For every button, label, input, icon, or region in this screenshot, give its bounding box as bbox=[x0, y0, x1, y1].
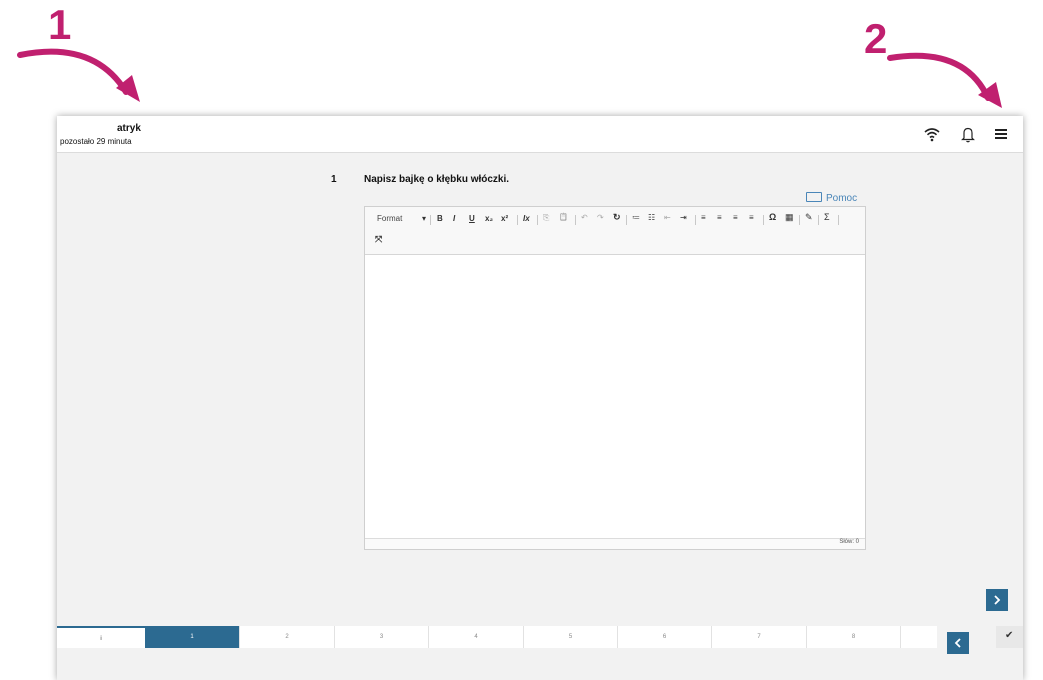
paste-button[interactable]: 📋 bbox=[559, 213, 568, 221]
toolbar-separator bbox=[695, 215, 696, 225]
toolbar-separator bbox=[838, 215, 839, 225]
indent-button[interactable]: ⇥ bbox=[680, 213, 687, 222]
bold-button[interactable]: B bbox=[437, 214, 443, 223]
rich-text-editor: Format ▾ B I U x₂ x² Ix ⎘ 📋 ↶ ↷ ↻ ≔ ☷ ⇤ … bbox=[364, 206, 866, 550]
pager-page-1[interactable]: 1 bbox=[145, 626, 239, 648]
ordered-list-button[interactable]: ≔ bbox=[632, 213, 640, 222]
toolbar-separator bbox=[430, 215, 431, 225]
sum-button[interactable]: Σ bbox=[824, 212, 830, 222]
time-remaining: pozostało 29 minuta bbox=[60, 137, 132, 146]
pager-page-5[interactable]: 5 bbox=[523, 626, 617, 648]
fullscreen-button[interactable]: ⤧ bbox=[375, 234, 382, 245]
pager-page-8[interactable]: 8 bbox=[806, 626, 900, 648]
bell-icon[interactable] bbox=[958, 124, 978, 144]
chevron-down-icon[interactable]: ▾ bbox=[422, 214, 426, 223]
wifi-icon[interactable] bbox=[922, 124, 942, 144]
pager-page-7[interactable]: 7 bbox=[711, 626, 806, 648]
header-bar: atryk pozostało 29 minuta bbox=[57, 116, 1023, 153]
format-dropdown[interactable]: Format bbox=[377, 214, 402, 223]
align-right-button[interactable]: ≡ bbox=[733, 213, 738, 222]
underline-button[interactable]: U bbox=[469, 214, 475, 223]
pager-page-2[interactable]: 2 bbox=[239, 626, 334, 648]
menu-icon[interactable] bbox=[991, 124, 1011, 144]
keyboard-icon bbox=[806, 192, 822, 202]
italic-button[interactable]: I bbox=[453, 214, 455, 223]
toolbar-separator bbox=[626, 215, 627, 225]
check-icon: ✔ bbox=[1005, 630, 1014, 641]
align-left-button[interactable]: ≡ bbox=[701, 213, 706, 222]
draw-button[interactable]: ✎ bbox=[805, 212, 813, 223]
redo-button[interactable]: ↷ bbox=[597, 213, 604, 222]
pager-page-6[interactable]: 6 bbox=[617, 626, 711, 648]
question-number: 1 bbox=[331, 174, 337, 185]
header-title: atryk bbox=[117, 123, 141, 134]
copy-button[interactable]: ⎘ bbox=[543, 213, 549, 223]
finish-button[interactable]: ✔ bbox=[996, 626, 1023, 648]
toolbar-separator bbox=[799, 215, 800, 225]
align-center-button[interactable]: ≡ bbox=[717, 213, 722, 222]
help-link[interactable]: Pomoc bbox=[806, 192, 857, 204]
pager-info-tab[interactable]: i bbox=[57, 626, 145, 648]
toolbar-separator bbox=[763, 215, 764, 225]
special-char-button[interactable]: Ω bbox=[769, 212, 776, 222]
table-button[interactable]: ▦ bbox=[785, 212, 794, 223]
bullet-list-button[interactable]: ☷ bbox=[648, 213, 655, 222]
pager-page-3[interactable]: 3 bbox=[334, 626, 428, 648]
undo-button[interactable]: ↶ bbox=[581, 213, 588, 222]
chevron-left-icon bbox=[954, 638, 961, 648]
toolbar-separator bbox=[818, 215, 819, 225]
toolbar-separator bbox=[537, 215, 538, 225]
question-pager: i 1 2 3 4 5 6 7 8 bbox=[57, 626, 937, 648]
remove-format-button[interactable]: Ix bbox=[523, 214, 530, 223]
subscript-button[interactable]: x₂ bbox=[485, 214, 493, 223]
question-text: Napisz bajkę o kłębku włóczki. bbox=[364, 174, 510, 185]
editor-status-bar: Słów: 0 bbox=[365, 538, 865, 549]
toolbar-separator bbox=[575, 215, 576, 225]
next-question-button[interactable] bbox=[986, 589, 1008, 611]
pager-page-4[interactable]: 4 bbox=[428, 626, 523, 648]
justify-button[interactable]: ≡ bbox=[749, 213, 754, 222]
word-count: Słów: 0 bbox=[839, 539, 859, 545]
prev-question-button[interactable] bbox=[947, 632, 969, 654]
help-label: Pomoc bbox=[826, 193, 858, 204]
outdent-button[interactable]: ⇤ bbox=[664, 213, 671, 222]
toolbar-separator bbox=[517, 215, 518, 225]
app-window: atryk pozostało 29 minuta 1 Napisz bajkę… bbox=[57, 116, 1023, 680]
editor-toolbar: Format ▾ B I U x₂ x² Ix ⎘ 📋 ↶ ↷ ↻ ≔ ☷ ⇤ … bbox=[365, 207, 865, 255]
pager-spacer bbox=[900, 626, 937, 648]
callout-arrow-1 bbox=[17, 48, 140, 102]
superscript-button[interactable]: x² bbox=[501, 214, 508, 223]
spellcheck-button[interactable]: ↻ bbox=[613, 212, 621, 223]
editor-text-area[interactable] bbox=[365, 255, 865, 537]
chevron-right-icon bbox=[994, 595, 1001, 605]
